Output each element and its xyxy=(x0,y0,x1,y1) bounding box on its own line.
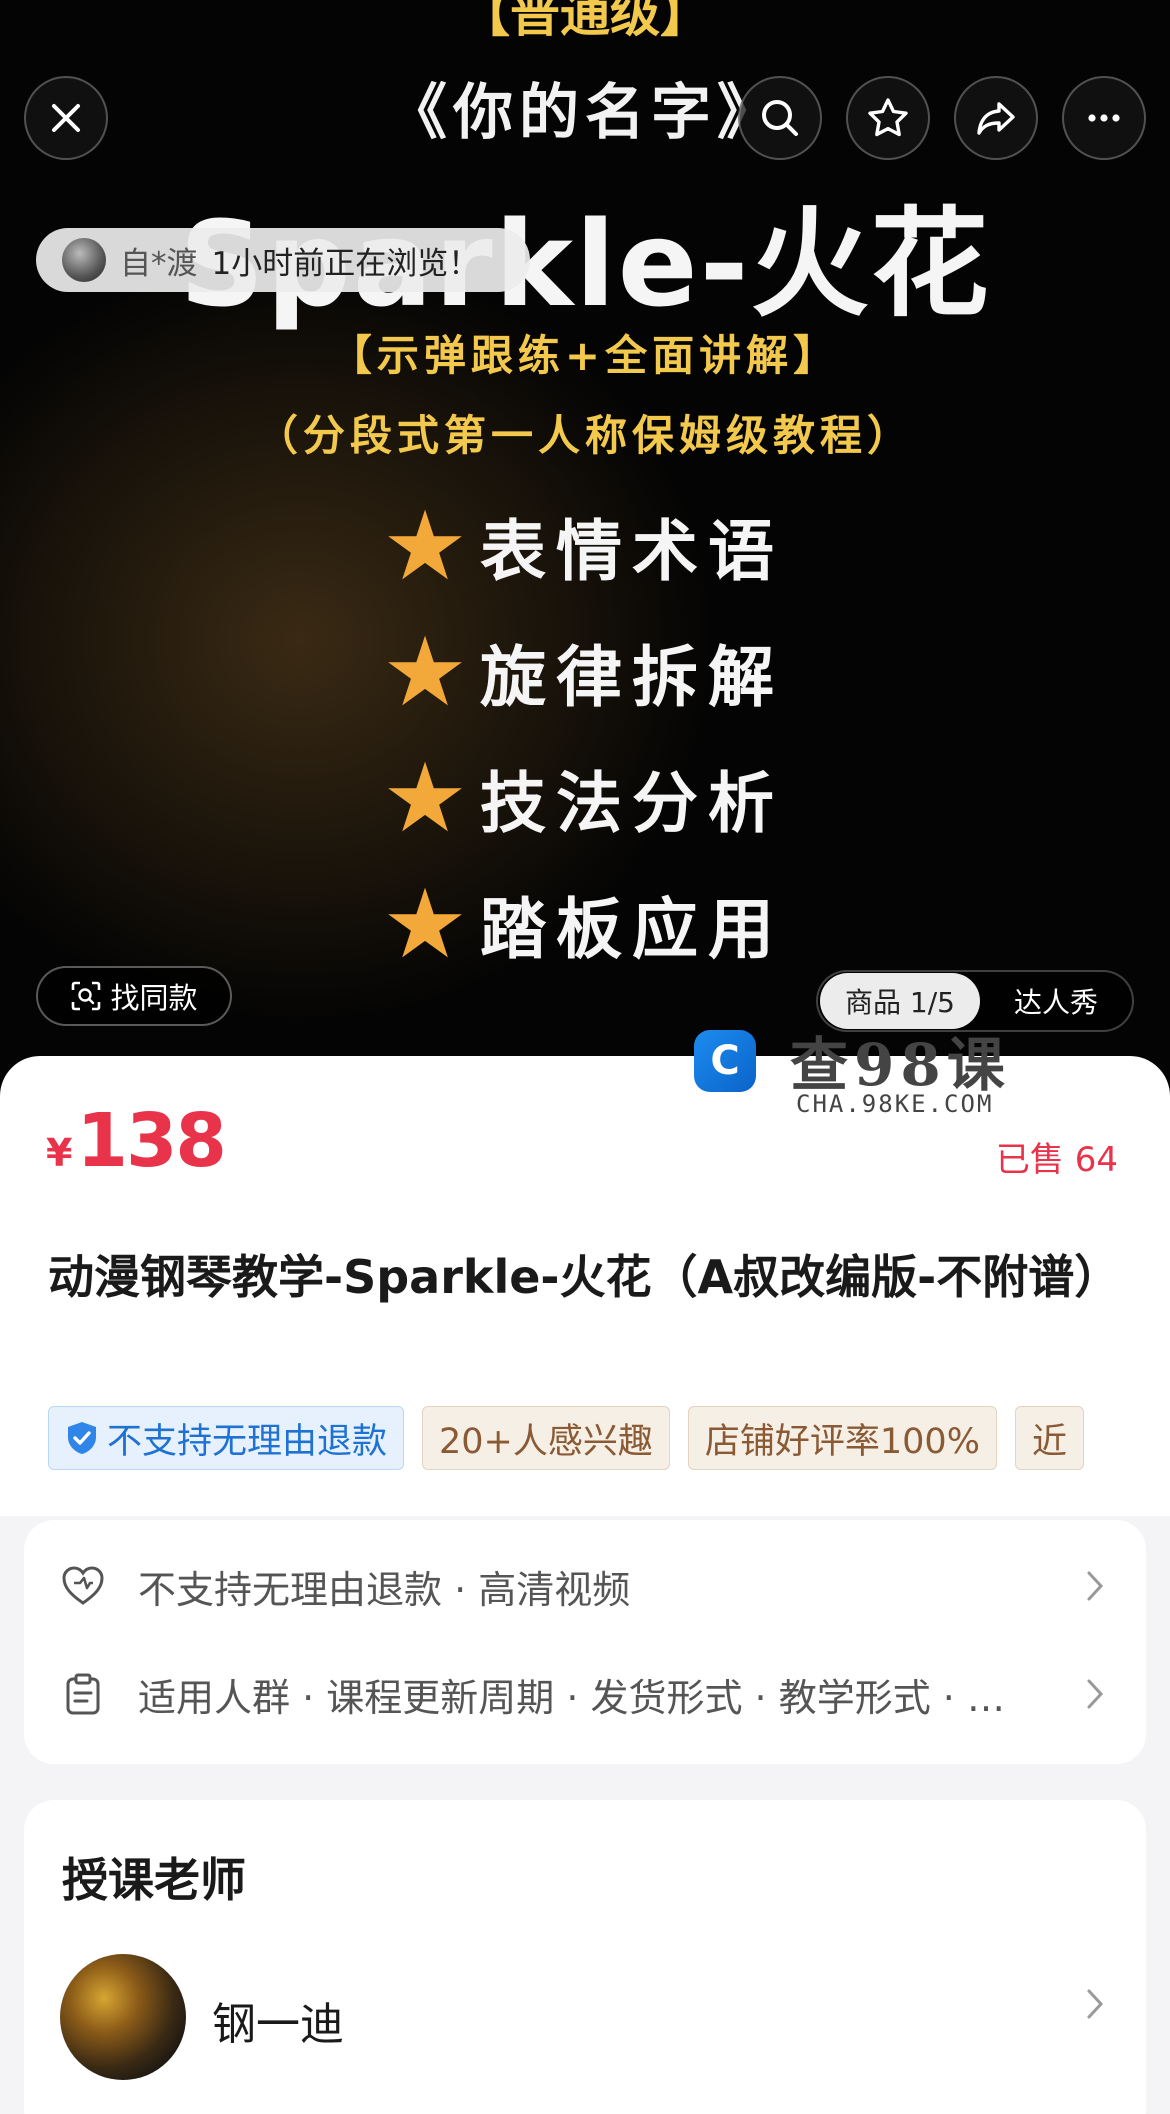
browsing-notice: 自*渡 1小时前正在浏览！ xyxy=(36,228,530,292)
watermark-subtext: CHA.98KE.COM xyxy=(796,1090,994,1118)
hero-feature-label: 表情术语 xyxy=(480,513,784,590)
clipboard-icon xyxy=(66,1673,100,1715)
product-detail-page: 【普通级】 《你的名字》 Sparkle-火花 【示弹跟练+全面讲解】 （分段式… xyxy=(0,0,1170,2114)
hero-subtitle-2: （分段式第一人称保姆级教程） xyxy=(255,411,914,460)
search-icon xyxy=(762,100,798,136)
price-value: 138 xyxy=(76,1098,226,1184)
product-image-carousel[interactable]: 【普通级】 《你的名字》 Sparkle-火花 【示弹跟练+全面讲解】 （分段式… xyxy=(0,0,1170,1110)
find-same-button[interactable]: 找同款 xyxy=(36,966,232,1026)
scan-icon xyxy=(72,981,101,1011)
hero-feature-item: ★ 旋律拆解 xyxy=(380,622,784,722)
sold-count: 已售 64 xyxy=(995,1140,1118,1180)
service-info-card: 不支持无理由退款 · 高清视频 适用人群 · 课程更新周期 · 发货形式 · 教… xyxy=(24,1520,1146,1764)
heart-shield-icon xyxy=(62,1566,104,1605)
tag-no-return[interactable]: 不支持无理由退款 xyxy=(48,1406,405,1470)
star-outline-icon xyxy=(868,98,908,137)
hero-tier-text: 【普通级】 xyxy=(460,0,710,43)
price-currency: ¥ xyxy=(46,1131,73,1175)
hero-subtitle-1: 【示弹跟练+全面讲解】 xyxy=(329,331,841,380)
favorite-button[interactable] xyxy=(846,76,930,160)
hero-feature-label: 踏板应用 xyxy=(480,891,784,968)
browsing-user: 自*渡 xyxy=(120,245,198,282)
chevron-right-icon[interactable] xyxy=(1082,1984,1108,2024)
shield-check-icon xyxy=(68,1422,96,1454)
chevron-right-icon xyxy=(1087,1679,1104,1709)
service-row-text: 不支持无理由退款 · 高清视频 xyxy=(138,1567,631,1612)
tag-shop-rating[interactable]: 店铺好评率100% xyxy=(687,1406,997,1470)
teacher-section-title: 授课老师 xyxy=(62,1853,246,1907)
hero-feature-item: ★ 技法分析 xyxy=(380,748,784,848)
tag-truncated[interactable]: 近 xyxy=(1014,1406,1084,1470)
product-title: 动漫钢琴教学-Sparkle-火花（A叔改编版-不附谱） xyxy=(48,1250,1121,1304)
avatar xyxy=(62,238,106,282)
share-icon xyxy=(977,102,1015,135)
teacher-card: 授课老师 钢一迪 xyxy=(24,1800,1146,2114)
star-icon: ★ xyxy=(381,868,469,980)
more-icon xyxy=(1088,114,1120,122)
tag-label: 20+人感兴趣 xyxy=(439,1421,653,1462)
close-icon xyxy=(52,104,80,132)
watermark-logo: C xyxy=(694,1030,756,1092)
watermark-logo-glyph: C xyxy=(710,1038,740,1084)
service-row[interactable]: 不支持无理由退款 · 高清视频 xyxy=(24,1536,1146,1636)
close-button[interactable] xyxy=(24,76,108,160)
product-tags: 不支持无理由退款 20+人感兴趣 店铺好评率100% 近 xyxy=(48,1406,1122,1472)
hero-feature-item: ★ 表情术语 xyxy=(380,496,784,596)
more-button[interactable] xyxy=(1062,76,1146,160)
chevron-right-icon xyxy=(1087,1571,1104,1601)
product-price: ¥ 138 xyxy=(46,1098,227,1184)
params-row-text: 适用人群 · 课程更新周期 · 发货形式 · 教学形式 · … xyxy=(138,1675,1005,1720)
tag-label: 近 xyxy=(1031,1421,1067,1462)
params-row[interactable]: 适用人群 · 课程更新周期 · 发货形式 · 教学形式 · … xyxy=(24,1644,1146,1744)
tag-label: 不支持无理由退款 xyxy=(107,1421,388,1462)
share-button[interactable] xyxy=(954,76,1038,160)
hero-feature-item: ★ 踏板应用 xyxy=(380,874,784,974)
find-same-label: 找同款 xyxy=(110,981,198,1015)
star-icon: ★ xyxy=(381,742,469,854)
tag-label: 店铺好评率100% xyxy=(704,1421,980,1462)
teacher-name[interactable]: 钢一迪 xyxy=(212,1988,344,2052)
star-icon: ★ xyxy=(381,490,469,602)
browsing-text: 1小时前正在浏览！ xyxy=(211,245,480,282)
search-button[interactable] xyxy=(738,76,822,160)
star-icon: ★ xyxy=(381,616,469,728)
hero-feature-label: 旋律拆解 xyxy=(480,639,784,716)
avatar[interactable] xyxy=(60,1954,186,2080)
tag-interest[interactable]: 20+人感兴趣 xyxy=(422,1406,670,1470)
hero-feature-label: 技法分析 xyxy=(480,765,784,842)
